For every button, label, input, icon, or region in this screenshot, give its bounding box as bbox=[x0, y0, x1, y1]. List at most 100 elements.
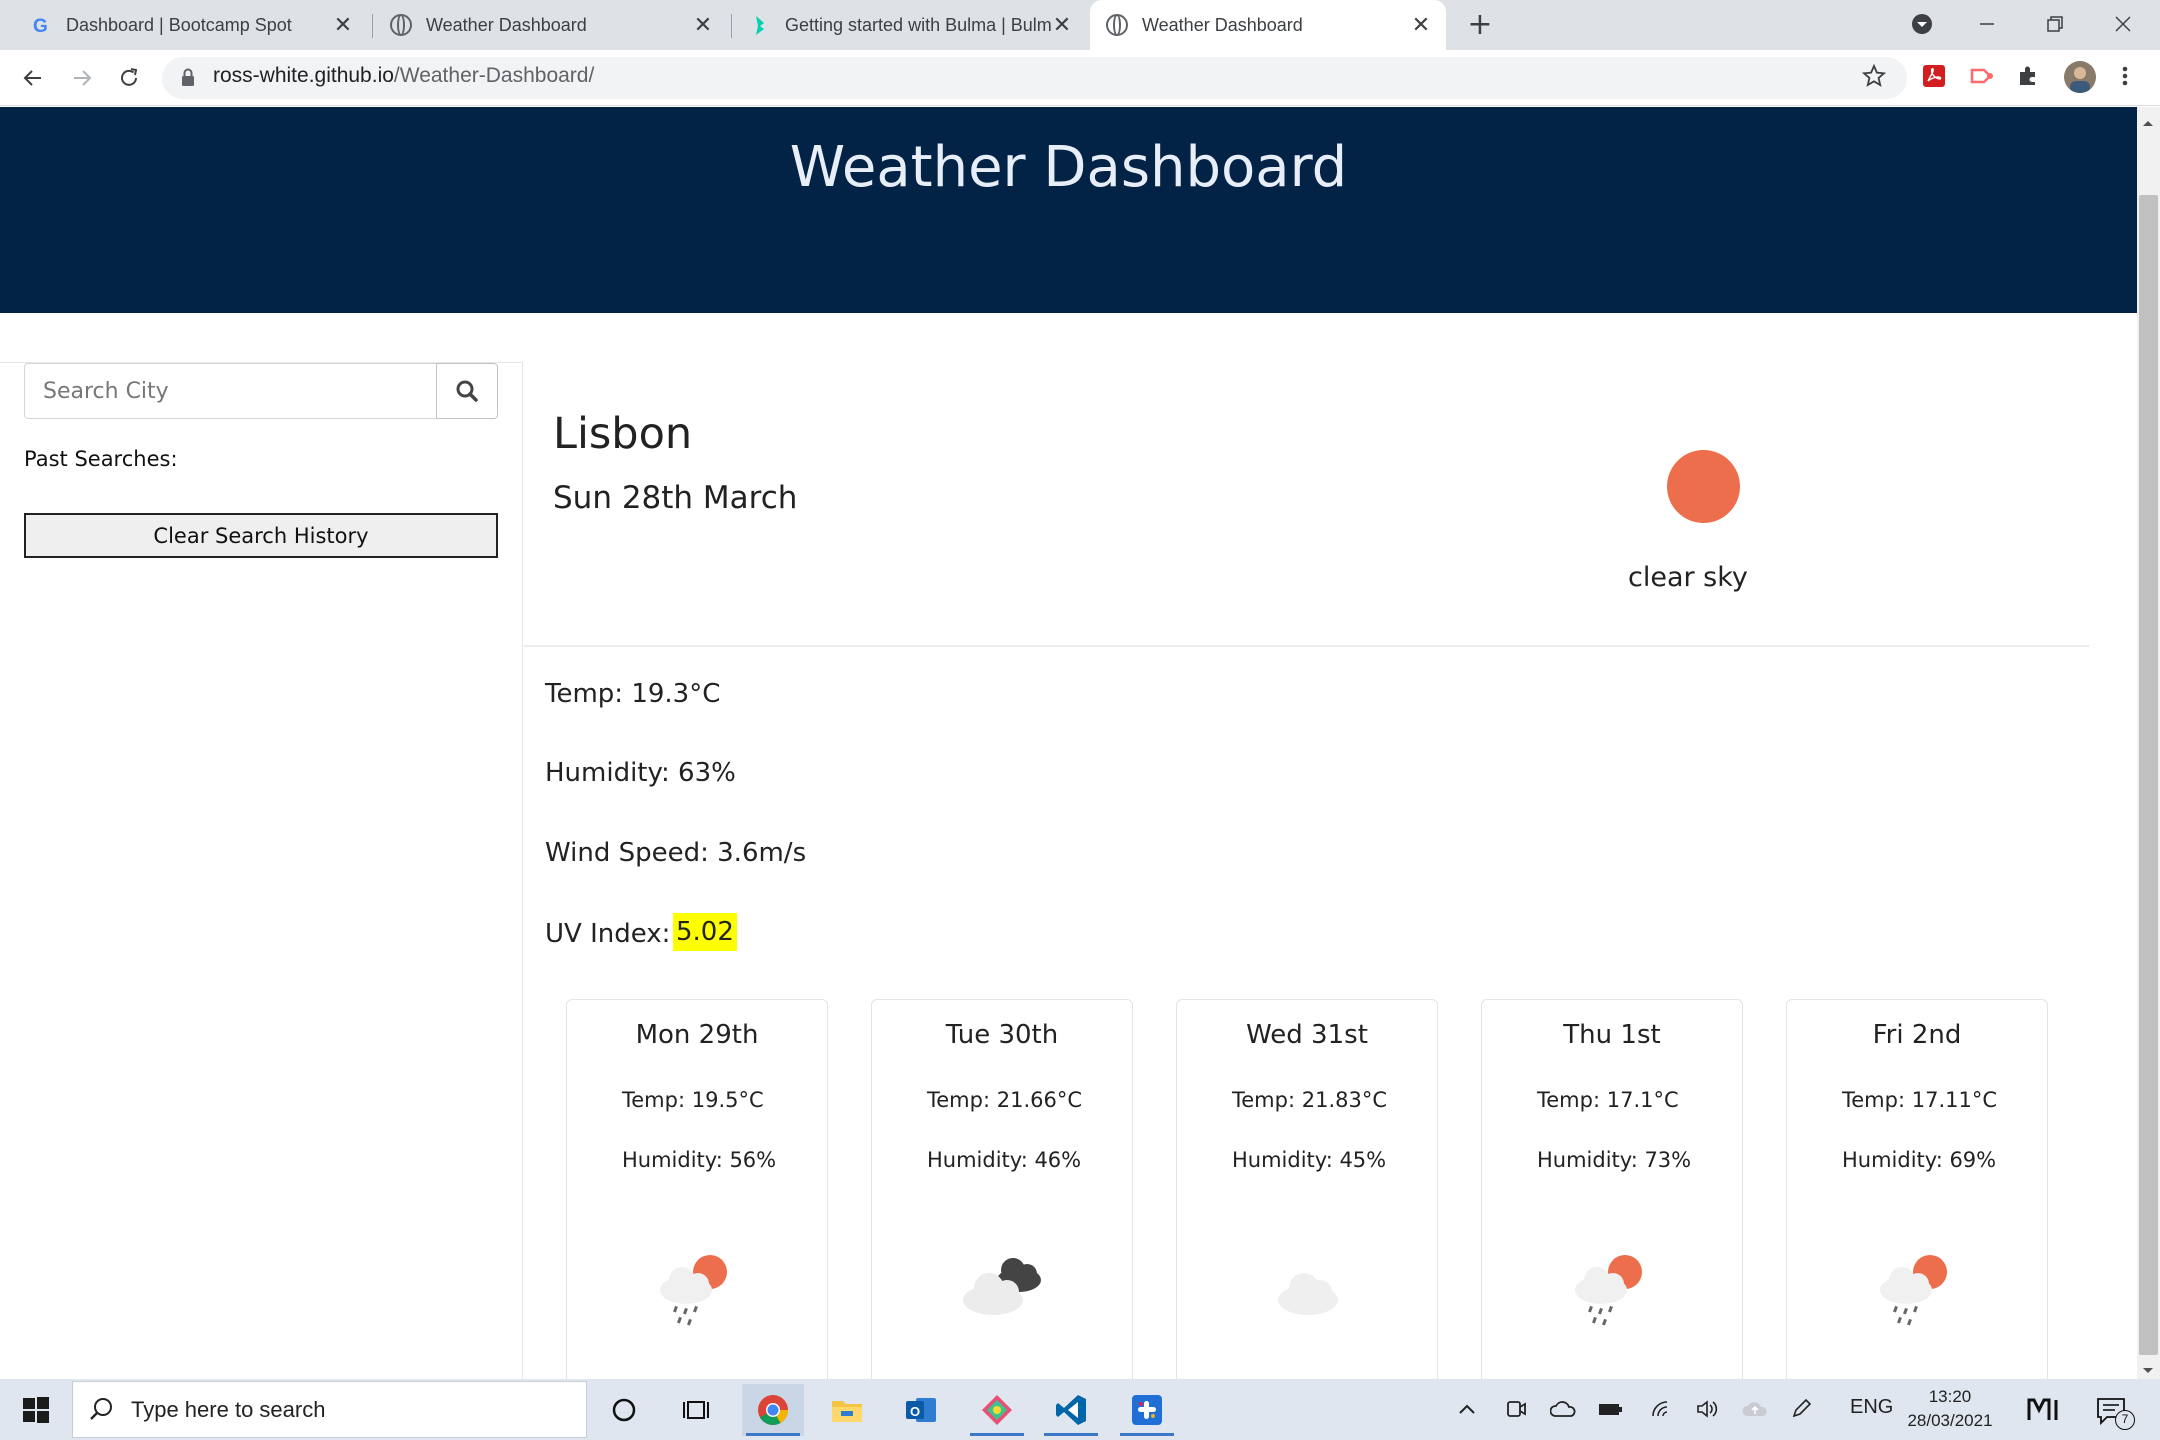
windows-start-icon[interactable] bbox=[22, 1396, 50, 1428]
globe-icon bbox=[1106, 14, 1128, 36]
page-title: Weather Dashboard bbox=[789, 135, 1348, 200]
forecast-temp: Temp: 17.11°C bbox=[1842, 1088, 1997, 1112]
tab-search-button[interactable] bbox=[1892, 0, 1952, 48]
wifi-icon[interactable] bbox=[1650, 1398, 1676, 1424]
globe-icon bbox=[390, 14, 412, 36]
git-kraken-icon[interactable] bbox=[966, 1384, 1028, 1436]
tab-weather-dashboard[interactable]: Weather Dashboard ✕ bbox=[374, 0, 728, 50]
close-icon[interactable]: ✕ bbox=[332, 13, 354, 38]
notification-count-badge: 7 bbox=[2115, 1410, 2135, 1430]
lock-icon[interactable] bbox=[180, 68, 196, 92]
task-view-icon[interactable] bbox=[665, 1384, 727, 1436]
close-icon[interactable]: ✕ bbox=[1051, 13, 1073, 38]
pen-icon[interactable] bbox=[1790, 1398, 1814, 1424]
cloud-icon bbox=[1278, 1273, 1338, 1315]
file-explorer-icon[interactable] bbox=[816, 1384, 878, 1436]
forecast-humidity: Humidity: 45% bbox=[1232, 1148, 1387, 1172]
tab-separator bbox=[731, 14, 732, 38]
forecast-temp: Temp: 19.5°C bbox=[622, 1088, 764, 1112]
meet-now-icon[interactable] bbox=[2026, 1396, 2060, 1428]
new-tab-button[interactable]: + bbox=[1450, 0, 1510, 48]
city-name: Lisbon bbox=[553, 409, 693, 459]
chrome-taskbar-icon[interactable] bbox=[742, 1384, 804, 1436]
tab-title: Weather Dashboard bbox=[1142, 14, 1303, 35]
chevron-up-icon[interactable] bbox=[1456, 1398, 1478, 1424]
url-host: ross-white.github.io bbox=[213, 64, 394, 87]
current-humidity: Humidity: 63% bbox=[545, 758, 736, 788]
taskbar-clock[interactable]: 13:20 28/03/2021 bbox=[1895, 1385, 2005, 1433]
screencast-extension-icon[interactable] bbox=[1970, 64, 1996, 92]
svg-text:O: O bbox=[910, 1404, 920, 1419]
search-icon bbox=[456, 380, 478, 402]
broken-clouds-icon bbox=[963, 1258, 1041, 1315]
onedrive-icon[interactable] bbox=[1549, 1398, 1576, 1424]
outlook-icon[interactable]: O bbox=[890, 1384, 952, 1436]
forecast-temp: Temp: 21.83°C bbox=[1232, 1088, 1387, 1112]
forecast-card: Wed 31st Temp: 21.83°C Humidity: 45% bbox=[1176, 999, 1438, 1379]
browser-tab-strip: G Dashboard | Bootcamp Spot ✕ Weather Da… bbox=[0, 0, 2160, 50]
uv-index-badge: 5.02 bbox=[673, 913, 737, 951]
close-icon[interactable]: ✕ bbox=[692, 13, 714, 38]
window-close-icon[interactable] bbox=[2093, 0, 2153, 48]
forecast-humidity: Humidity: 56% bbox=[622, 1148, 777, 1172]
scroll-up-arrow-icon[interactable] bbox=[2141, 113, 2155, 132]
search-input[interactable] bbox=[24, 363, 437, 419]
reload-icon[interactable] bbox=[111, 60, 147, 96]
clock-time: 13:20 bbox=[1928, 1387, 1972, 1406]
search-button[interactable] bbox=[436, 363, 498, 419]
forecast-humidity: Humidity: 69% bbox=[1842, 1148, 1997, 1172]
forward-icon[interactable] bbox=[64, 60, 100, 96]
tab-title: Getting started with Bulma | Bulma bbox=[785, 14, 1051, 35]
tab-separator bbox=[372, 14, 373, 38]
minimize-icon[interactable] bbox=[1957, 0, 2017, 48]
forecast-day: Mon 29th bbox=[635, 1020, 759, 1050]
clock-date: 28/03/2021 bbox=[1907, 1411, 1993, 1430]
url-path: /Weather-Dashboard/ bbox=[393, 64, 595, 87]
avatar[interactable] bbox=[2064, 61, 2096, 93]
battery-icon[interactable] bbox=[1597, 1398, 1625, 1424]
past-searches-label: Past Searches: bbox=[24, 447, 178, 471]
slack-icon[interactable] bbox=[1116, 1384, 1178, 1436]
sun-rain-icon bbox=[1880, 1255, 1947, 1326]
clear-sky-icon bbox=[1667, 450, 1740, 523]
google-icon: G bbox=[30, 14, 52, 36]
cortana-icon[interactable] bbox=[593, 1384, 655, 1436]
scroll-down-arrow-icon[interactable] bbox=[2141, 1361, 2155, 1380]
forecast-humidity: Humidity: 46% bbox=[927, 1148, 1082, 1172]
url-text[interactable]: ross-white.github.io/Weather-Dashboard/ bbox=[213, 64, 594, 88]
tab-title: Weather Dashboard bbox=[426, 14, 587, 35]
forecast-day: Tue 30th bbox=[945, 1020, 1059, 1050]
sun-rain-icon bbox=[660, 1255, 727, 1326]
forecast-card: Fri 2nd Temp: 17.11°C Humidity: 69% bbox=[1786, 999, 2048, 1379]
clear-search-history-button[interactable]: Clear Search History bbox=[24, 513, 498, 558]
tab-weather-dashboard-active[interactable]: Weather Dashboard ✕ bbox=[1090, 0, 1446, 50]
forecast-card: Tue 30th Temp: 21.66°C Humidity: 46% bbox=[871, 999, 1133, 1379]
tab-bootcamp-dashboard[interactable]: G Dashboard | Bootcamp Spot ✕ bbox=[14, 0, 368, 50]
volume-icon[interactable] bbox=[1695, 1398, 1721, 1424]
taskbar-search-placeholder: Type here to search bbox=[131, 1397, 326, 1422]
language-indicator[interactable]: ENG bbox=[1850, 1396, 1893, 1419]
bulma-icon bbox=[749, 14, 771, 36]
search-icon bbox=[88, 1396, 114, 1426]
bookmark-star-icon[interactable] bbox=[1861, 63, 1887, 92]
forecast-temp: Temp: 17.1°C bbox=[1537, 1088, 1679, 1112]
scrollbar-thumb[interactable] bbox=[2139, 195, 2158, 1355]
restore-icon[interactable] bbox=[2025, 0, 2085, 48]
back-icon[interactable] bbox=[15, 60, 51, 96]
extensions-puzzle-icon[interactable] bbox=[2016, 64, 2040, 92]
tab-bulma-docs[interactable]: Getting started with Bulma | Bulma ✕ bbox=[733, 0, 1087, 50]
cloud-upload-icon[interactable] bbox=[1742, 1398, 1768, 1424]
pdf-extension-icon[interactable] bbox=[1922, 64, 1946, 92]
current-temp: Temp: 19.3°C bbox=[545, 679, 721, 709]
forecast-card: Mon 29th Temp: 19.5°C Humidity: 56% bbox=[566, 999, 828, 1379]
forecast-card: Thu 1st Temp: 17.1°C Humidity: 73% bbox=[1481, 999, 1743, 1379]
uv-index-label: UV Index: bbox=[545, 919, 671, 949]
menu-kebab-icon[interactable] bbox=[2120, 64, 2130, 92]
sun-rain-icon bbox=[1575, 1255, 1642, 1326]
current-date: Sun 28th March bbox=[553, 480, 798, 516]
forecast-humidity: Humidity: 73% bbox=[1537, 1148, 1692, 1172]
close-icon[interactable]: ✕ bbox=[1410, 13, 1432, 38]
teams-meet-icon[interactable] bbox=[1505, 1398, 1527, 1424]
svg-text:G: G bbox=[33, 16, 48, 36]
vscode-icon[interactable] bbox=[1040, 1384, 1102, 1436]
